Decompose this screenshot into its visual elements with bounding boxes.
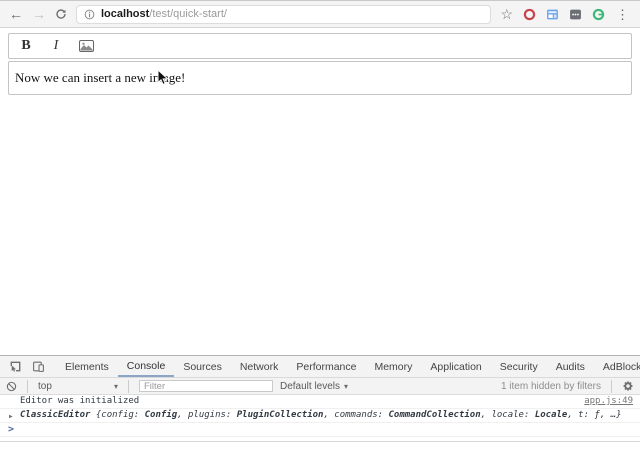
italic-button[interactable]: I xyxy=(45,36,67,56)
tab-memory[interactable]: Memory xyxy=(365,356,421,377)
extension-keypad-icon[interactable] xyxy=(568,7,582,21)
tab-network[interactable]: Network xyxy=(231,356,288,377)
insert-image-button[interactable] xyxy=(75,36,97,56)
clear-console-icon[interactable] xyxy=(6,381,17,392)
tab-application[interactable]: Application xyxy=(421,356,490,377)
object-segment: , t: xyxy=(567,410,594,420)
browser-toolbar: ← → localhost/test/quick-start/ ☆ xyxy=(0,0,640,28)
object-segment: Locale xyxy=(535,410,568,420)
console-message-text: Editor was initialized xyxy=(20,396,576,407)
tab-audits[interactable]: Audits xyxy=(547,356,594,377)
expand-triangle-icon[interactable]: ▶ xyxy=(9,411,13,422)
device-toolbar-icon[interactable] xyxy=(27,356,50,377)
info-icon[interactable] xyxy=(84,9,95,20)
browser-menu-icon[interactable]: ⋮ xyxy=(614,8,631,21)
object-segment: Config xyxy=(145,410,178,420)
log-levels-value: Default levels xyxy=(280,381,340,392)
context-selector[interactable]: top ▾ xyxy=(38,381,118,392)
context-value: top xyxy=(38,381,52,392)
console-toolbar: top ▾ Default levels ▾ 1 item hidden by … xyxy=(0,378,640,395)
object-segment: {config: xyxy=(96,410,145,420)
console-messages: Editor was initialized app.js:49 ▶ Class… xyxy=(0,395,640,437)
console-source-link[interactable]: app.js:49 xyxy=(584,396,633,407)
back-icon[interactable]: ← xyxy=(9,7,23,21)
object-segment: ClassicEditor xyxy=(20,410,96,420)
devtools-tabbar: Elements Console Sources Network Perform… xyxy=(0,356,640,378)
console-message-row: Editor was initialized app.js:49 xyxy=(0,395,640,409)
console-prompt[interactable]: > xyxy=(0,423,640,437)
log-levels-selector[interactable]: Default levels ▾ xyxy=(280,381,348,392)
divider xyxy=(128,380,129,393)
tab-sources[interactable]: Sources xyxy=(174,356,231,377)
divider xyxy=(27,380,28,393)
url-path: /test/quick-start/ xyxy=(149,8,227,20)
chevron-down-icon: ▾ xyxy=(114,382,118,391)
tab-performance[interactable]: Performance xyxy=(287,356,365,377)
extension-grammarly-icon[interactable] xyxy=(591,7,605,21)
hidden-items-message: 1 item hidden by filters xyxy=(501,381,601,392)
address-bar[interactable]: localhost/test/quick-start/ xyxy=(76,5,491,24)
url-host: localhost xyxy=(101,8,149,20)
forward-icon[interactable]: → xyxy=(32,7,46,21)
object-segment: CommandCollection xyxy=(389,410,481,420)
object-segment: , plugins: xyxy=(177,410,237,420)
chevron-down-icon: ▾ xyxy=(344,382,348,391)
bold-button[interactable]: B xyxy=(15,36,37,56)
tab-console[interactable]: Console xyxy=(118,356,175,377)
console-settings-gear-icon[interactable] xyxy=(622,380,634,392)
browser-window: ← → localhost/test/quick-start/ ☆ xyxy=(0,0,640,454)
prompt-chevron-icon: > xyxy=(8,424,14,435)
reload-icon[interactable] xyxy=(55,8,67,20)
url-text: localhost/test/quick-start/ xyxy=(101,8,227,20)
object-preview: ClassicEditor {config: Config, plugins: … xyxy=(20,410,633,421)
object-segment: , locale: xyxy=(481,410,535,420)
editor-content[interactable]: Now we can insert a new image! xyxy=(8,61,632,95)
console-filter-input[interactable] xyxy=(139,380,273,392)
divider xyxy=(611,380,612,393)
bookmark-star-icon[interactable]: ☆ xyxy=(500,7,513,21)
web-page: B I Now we can insert a new image! xyxy=(0,29,640,355)
object-segment: , commands: xyxy=(323,410,388,420)
extension-window-icon[interactable] xyxy=(545,7,559,21)
object-segment: , …} xyxy=(600,410,622,420)
object-segment: PluginCollection xyxy=(237,410,324,420)
console-object-row: ▶ ClassicEditor {config: Config, plugins… xyxy=(0,409,640,423)
tab-elements[interactable]: Elements xyxy=(56,356,118,377)
devtools-panel: Elements Console Sources Network Perform… xyxy=(0,355,640,442)
editor-toolbar: B I xyxy=(8,33,632,59)
tab-adblock[interactable]: AdBlock xyxy=(594,356,640,377)
tab-security[interactable]: Security xyxy=(491,356,547,377)
mouse-cursor-icon xyxy=(157,69,169,86)
extension-adblock-icon[interactable] xyxy=(522,7,536,21)
inspect-element-icon[interactable] xyxy=(4,356,27,377)
